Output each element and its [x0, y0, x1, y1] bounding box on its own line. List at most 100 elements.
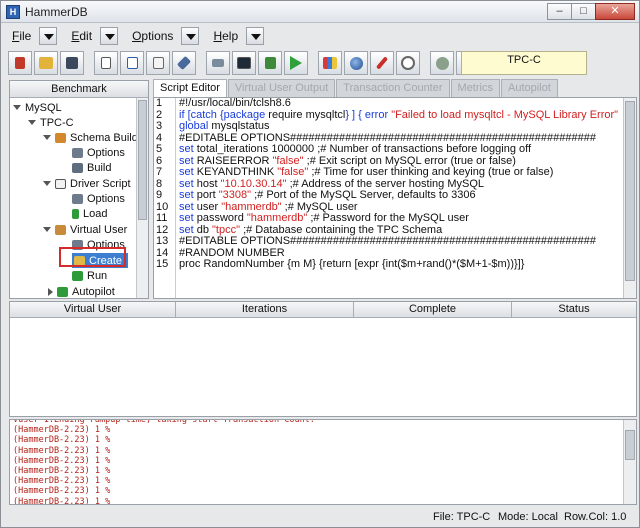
- tree-item-driver-script[interactable]: Driver Script: [43, 176, 131, 191]
- chip-icon[interactable]: [258, 51, 282, 75]
- pencil-icon[interactable]: [370, 51, 394, 75]
- expand-icon[interactable]: [43, 181, 51, 186]
- tree-item-build[interactable]: Build: [72, 160, 111, 175]
- tree-scrollbar[interactable]: [136, 98, 148, 298]
- window-title: HammerDB: [25, 5, 88, 19]
- tree-item-autopilot[interactable]: Autopilot: [48, 284, 115, 298]
- code-token: #!/usr/local/bin/tclsh8.6: [179, 98, 291, 109]
- menu-bar: File Edit Options Help: [2, 24, 638, 48]
- chevron-down-icon[interactable]: [100, 27, 119, 45]
- code-token: #EDITABLE OPTIONS#######################…: [179, 132, 596, 144]
- expand-icon[interactable]: [13, 105, 21, 110]
- autopilot-icon: [57, 286, 68, 297]
- open-icon[interactable]: [34, 51, 58, 75]
- wrench-icon[interactable]: [172, 51, 196, 75]
- line-number: 13: [156, 236, 169, 247]
- column-iterations[interactable]: Iterations: [176, 302, 354, 317]
- clock-icon[interactable]: [396, 51, 420, 75]
- checklist-icon[interactable]: [120, 51, 144, 75]
- tab-virtual-user-output[interactable]: Virtual User Output: [227, 79, 336, 97]
- line-number: 8: [156, 178, 163, 190]
- menu-edit[interactable]: Edit: [67, 27, 119, 45]
- chart-icon[interactable]: [318, 51, 342, 75]
- gear-icon[interactable]: [430, 51, 454, 75]
- tree-item-schema-options[interactable]: Options: [72, 145, 125, 160]
- code-token: "3308": [218, 190, 252, 201]
- menu-help[interactable]: Help: [209, 27, 265, 45]
- line-number: 6: [156, 155, 163, 167]
- log-line: (HammerDB-2.23) 1 %: [13, 435, 111, 446]
- column-virtual-user[interactable]: Virtual User: [10, 302, 176, 317]
- window-controls: – □ ✕: [547, 3, 635, 20]
- code-token: set: [179, 201, 197, 213]
- scrollbar-thumb[interactable]: [625, 430, 635, 460]
- code-token: ;# Address of the server hosting MySQL: [286, 178, 484, 190]
- sphere-icon[interactable]: [344, 51, 368, 75]
- minimize-button[interactable]: –: [547, 3, 572, 20]
- column-complete[interactable]: Complete: [354, 302, 512, 317]
- monitor-icon[interactable]: [232, 51, 256, 75]
- pages-icon[interactable]: [146, 51, 170, 75]
- expand-icon[interactable]: [43, 227, 51, 232]
- chevron-down-icon[interactable]: [246, 27, 265, 45]
- menu-options-label[interactable]: Options: [128, 29, 177, 43]
- line-number: 7: [156, 167, 163, 178]
- toolbar: TPC-C: [2, 49, 638, 77]
- tree-item-virtual-user[interactable]: Virtual User: [43, 222, 127, 237]
- line-number: 4: [156, 132, 163, 144]
- tree-item-mysql[interactable]: MySQL: [13, 100, 62, 115]
- tree-item-run[interactable]: Run: [72, 268, 107, 283]
- tree-item-schema-build[interactable]: Schema Build: [43, 130, 138, 145]
- arrow-run-icon[interactable]: [284, 51, 308, 75]
- code-line: set password "hammerdb" ;# Password for …: [179, 213, 623, 225]
- save-icon[interactable]: [60, 51, 84, 75]
- code-line: set total_iterations 1000000 ;# Number o…: [179, 144, 623, 156]
- tree-item-driver-options[interactable]: Options: [72, 191, 125, 206]
- transfer-icon[interactable]: [206, 51, 230, 75]
- expand-icon[interactable]: [43, 135, 51, 140]
- chevron-down-icon[interactable]: [39, 27, 58, 45]
- virtual-user-table: Virtual User Iterations Complete Status: [9, 301, 637, 417]
- code-line: set db "tpcc" ;# Database containing the…: [179, 225, 623, 237]
- tree-item-tpcc[interactable]: TPC-C: [28, 115, 74, 130]
- console-log[interactable]: Vuser 1:Ending rampup time, taking start…: [9, 419, 637, 505]
- code-area[interactable]: #!/usr/local/bin/tclsh8.6 if [catch {pack…: [179, 98, 623, 298]
- copy-icon[interactable]: [94, 51, 118, 75]
- menu-file-label[interactable]: File: [8, 29, 35, 43]
- status-bar: File: TPC-C Mode: Local Row.Col: 1.0: [2, 507, 638, 527]
- chevron-down-icon[interactable]: [181, 27, 200, 45]
- tree-item-load[interactable]: Load: [72, 206, 107, 221]
- code-token: if: [179, 109, 188, 121]
- code-token: password: [196, 213, 247, 224]
- column-status[interactable]: Status: [512, 302, 636, 317]
- menu-file[interactable]: File: [8, 27, 58, 45]
- script-editor[interactable]: 1 2 3 4 5 6 7 8 9 10 11 12 13 14 15 #!/usr/local/bin/t…: [153, 97, 637, 299]
- menu-help-label[interactable]: Help: [209, 29, 242, 43]
- line-number: 10: [156, 201, 169, 213]
- title-bar: H HammerDB – □ ✕: [1, 1, 639, 23]
- maximize-button[interactable]: □: [571, 3, 596, 20]
- code-token: RAISEERROR: [196, 155, 273, 167]
- close-button[interactable]: ✕: [595, 3, 635, 20]
- log-scrollbar[interactable]: [623, 420, 636, 504]
- editor-scrollbar[interactable]: [623, 98, 636, 298]
- expand-icon[interactable]: [28, 120, 36, 125]
- tab-transaction-counter[interactable]: Transaction Counter: [336, 79, 450, 97]
- scrollbar-thumb[interactable]: [625, 101, 635, 281]
- line-number: 15: [156, 259, 169, 270]
- exit-icon[interactable]: [8, 51, 32, 75]
- line-number: 5: [156, 144, 163, 155]
- tab-metrics[interactable]: Metrics: [450, 79, 500, 97]
- code-token: "false": [272, 155, 304, 167]
- scrollbar-thumb[interactable]: [138, 100, 147, 220]
- tab-autopilot[interactable]: Autopilot: [500, 79, 558, 97]
- benchmark-tree: MySQL TPC-C Schema Build Options Build D…: [10, 98, 148, 298]
- options-icon: [72, 193, 83, 204]
- code-token: ;# Time for user thinking and keying (tr…: [308, 167, 554, 178]
- console-log-text: Vuser 1:Ending rampup time, taking start…: [13, 420, 623, 504]
- menu-options[interactable]: Options: [128, 27, 200, 45]
- code-token: host: [196, 178, 221, 190]
- tab-script-editor[interactable]: Script Editor: [153, 79, 227, 97]
- menu-edit-label[interactable]: Edit: [67, 29, 96, 43]
- collapse-icon[interactable]: [48, 287, 53, 296]
